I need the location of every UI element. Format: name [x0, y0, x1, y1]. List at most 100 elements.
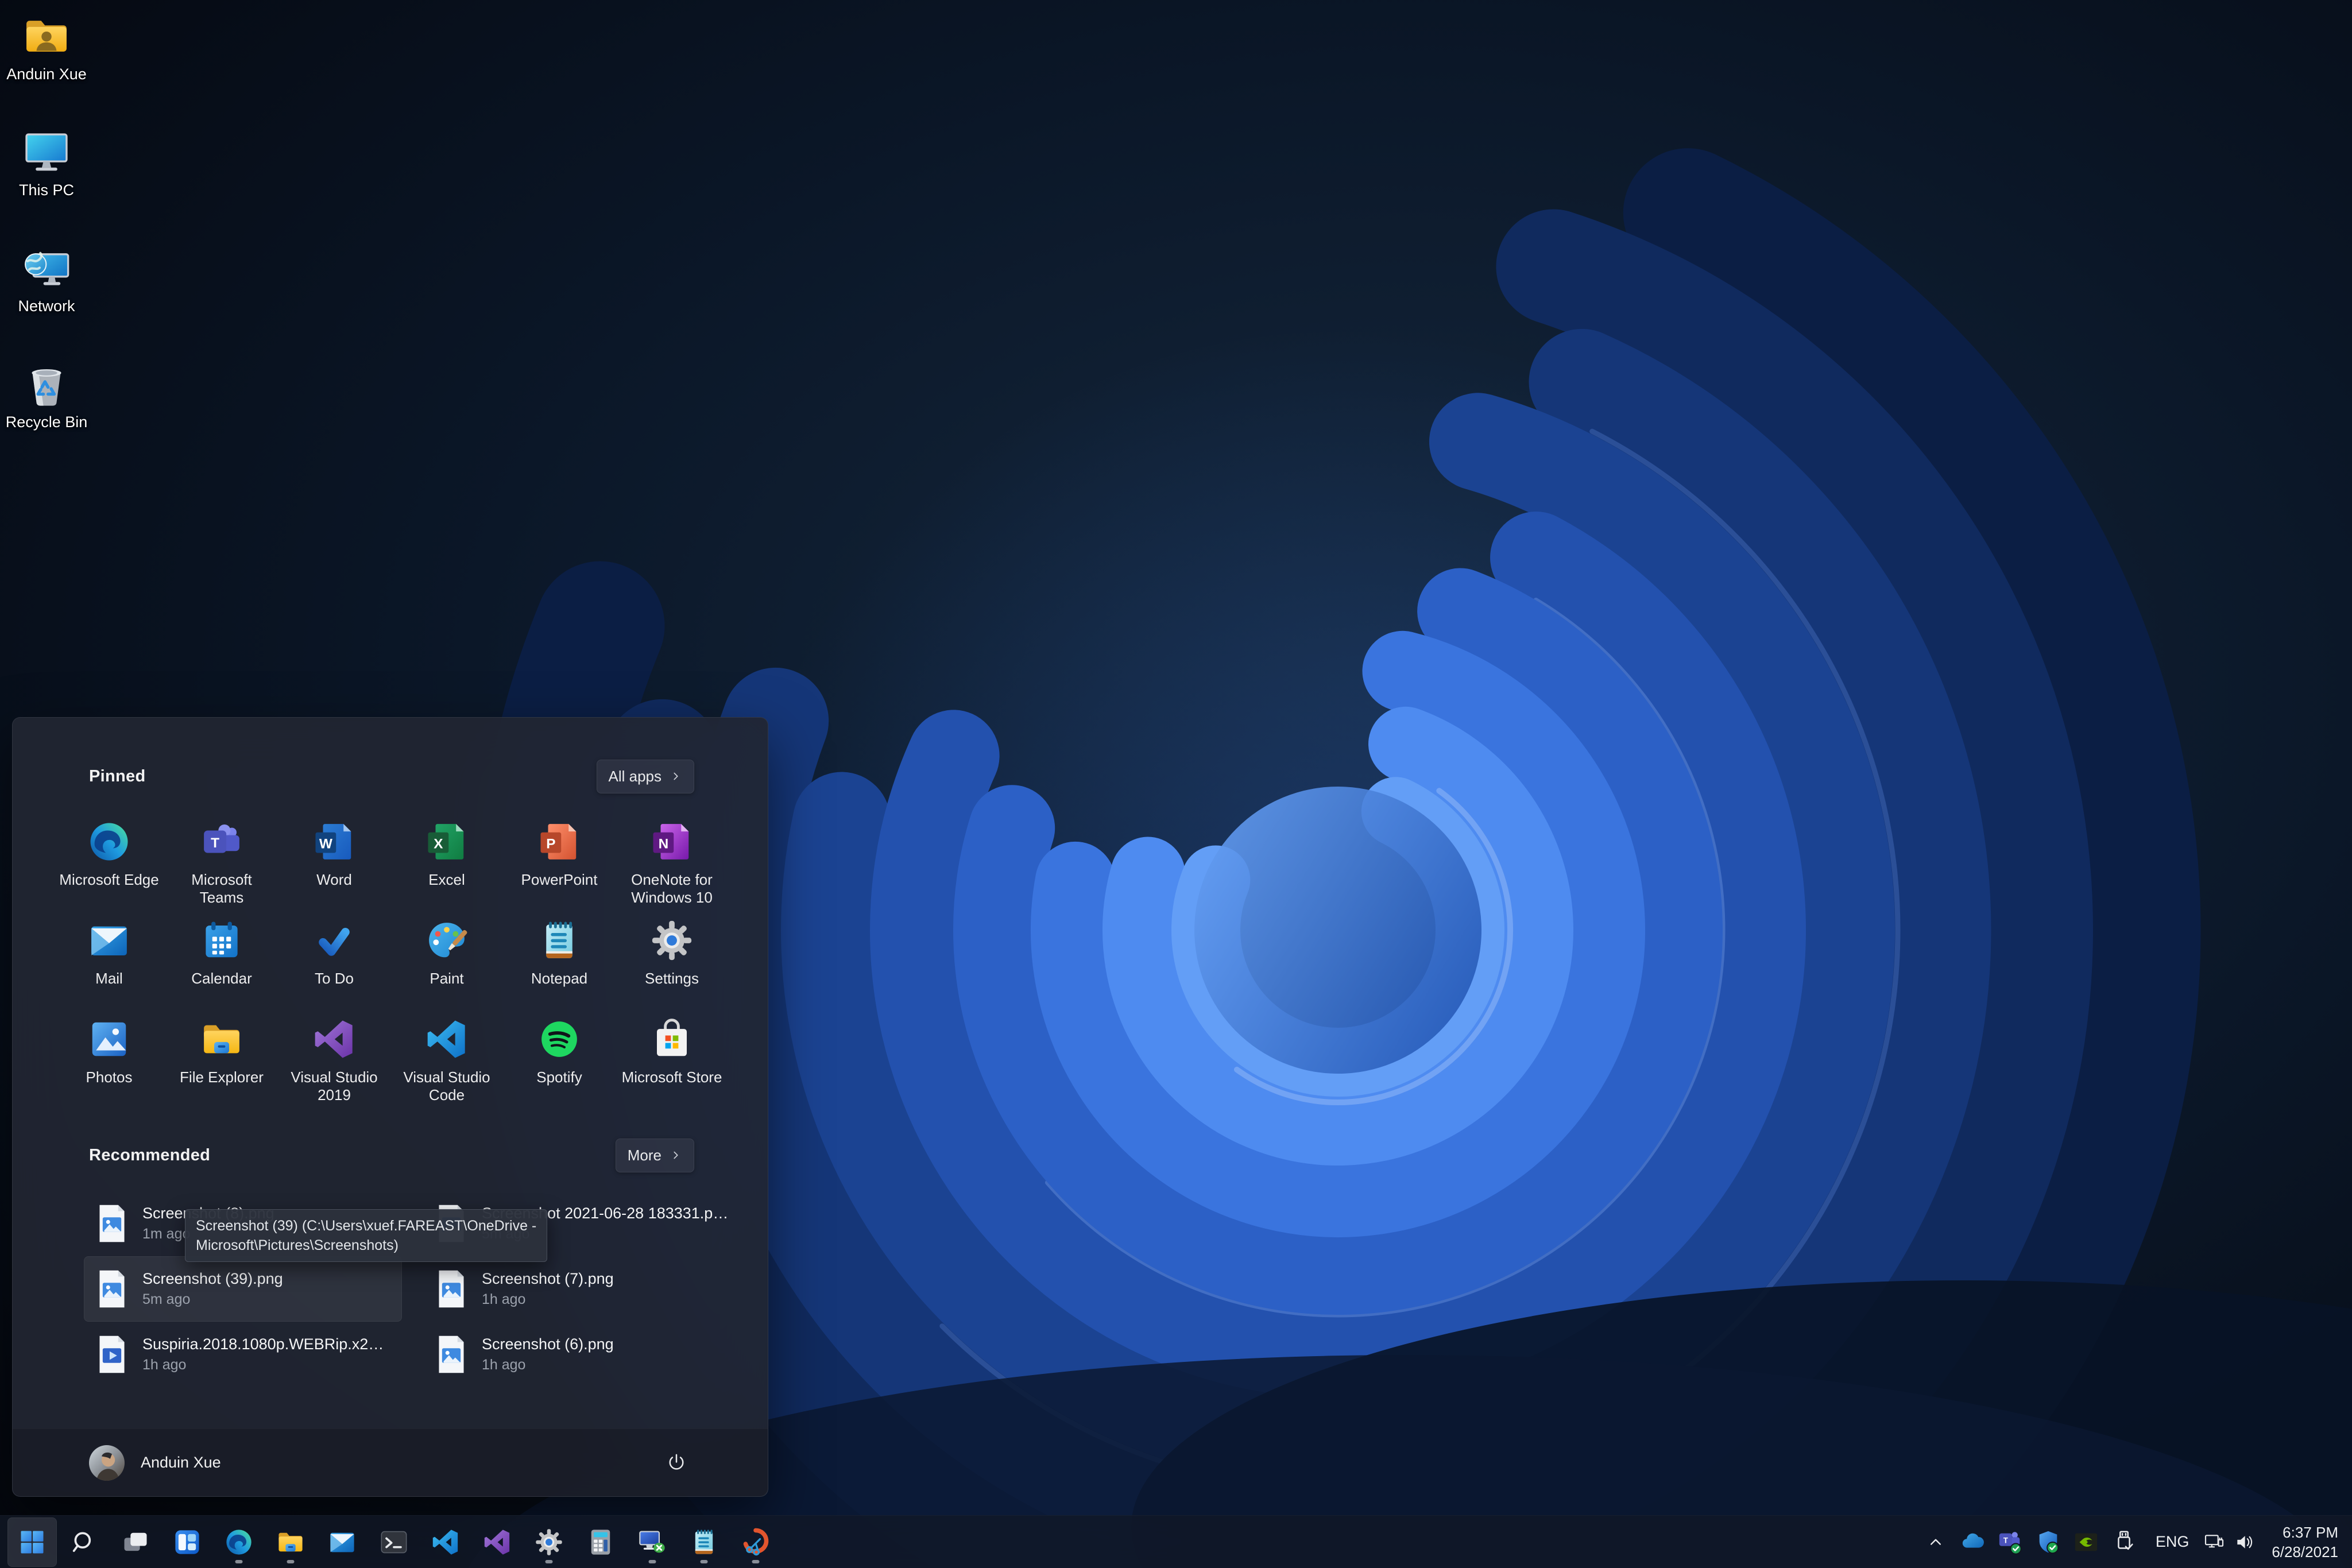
recommended-item[interactable]: Screenshot (7).png 1h ago [423, 1256, 741, 1322]
settings-app-tile[interactable]: Settings [616, 913, 728, 1012]
more-button[interactable]: More [616, 1139, 694, 1172]
to-do-app-tile[interactable]: To Do [278, 913, 390, 1012]
start-menu-footer: Anduin Xue [13, 1428, 768, 1496]
svg-text:N: N [659, 836, 669, 851]
svg-text:P: P [546, 836, 555, 851]
task-view-icon [121, 1527, 150, 1557]
microsoft-teams-app-tile[interactable]: T Microsoft Teams [165, 814, 278, 913]
task-view-taskbar-button[interactable] [111, 1517, 160, 1567]
more-label: More [628, 1147, 662, 1164]
visual-studio-taskbar-button[interactable] [473, 1517, 522, 1567]
recycle-bin-desktop-icon[interactable]: Recycle Bin [3, 359, 90, 431]
word-app-tile[interactable]: W Word [278, 814, 390, 913]
spotify-app-tile[interactable]: Spotify [503, 1012, 616, 1110]
edge-icon [87, 819, 131, 864]
running-indicator [287, 1560, 295, 1563]
vscode-taskbar-button[interactable] [421, 1517, 470, 1567]
file-path-tooltip: Screenshot (39) (C:\Users\xuef.FAREAST\O… [185, 1209, 547, 1262]
user-profile-button[interactable]: Anduin Xue [89, 1445, 221, 1481]
usb-device-tray-button[interactable] [2111, 1529, 2137, 1555]
powerpoint-app-tile[interactable]: P PowerPoint [503, 814, 616, 913]
image-file-icon [436, 1269, 467, 1309]
remote-desktop-taskbar-button[interactable] [628, 1517, 677, 1567]
calculator-taskbar-button[interactable] [576, 1517, 625, 1567]
power-button[interactable] [657, 1444, 695, 1482]
file-explorer-app-tile[interactable]: File Explorer [165, 1012, 278, 1110]
word-icon: W [312, 819, 357, 864]
edge-taskbar-button[interactable] [214, 1517, 264, 1567]
svg-text:T: T [211, 835, 219, 851]
svg-text:X: X [434, 836, 443, 851]
search-taskbar-button[interactable] [59, 1517, 109, 1567]
snip-icon [741, 1527, 771, 1557]
this-pc-desktop-icon[interactable]: This PC [3, 127, 90, 199]
notepad-app-tile[interactable]: Notepad [503, 913, 616, 1012]
recommended-item-time: 5m ago [142, 1291, 283, 1308]
terminal-icon [379, 1527, 409, 1557]
all-apps-label: All apps [609, 768, 662, 785]
microsoft-store-app-tile[interactable]: Microsoft Store [616, 1012, 728, 1110]
teams-badge-icon: T [1997, 1529, 2024, 1555]
notepad-taskbar-button[interactable] [679, 1517, 729, 1567]
volume-button[interactable] [2229, 1526, 2259, 1558]
network-button[interactable] [2199, 1526, 2229, 1558]
svg-text:T: T [2003, 1536, 2009, 1544]
teams-status-tray-button[interactable]: T [1997, 1529, 2024, 1555]
file-explorer-taskbar-button[interactable] [266, 1517, 315, 1567]
photos-app-tile[interactable]: Photos [53, 1012, 165, 1110]
clock[interactable]: 6:37 PM 6/28/2021 [2268, 1523, 2342, 1562]
search-icon [69, 1527, 99, 1557]
recommended-item[interactable]: Screenshot (6).png 1h ago [423, 1322, 741, 1387]
system-tray: T ENG 6:37 PM 6/28/2021 [1920, 1516, 2342, 1568]
tray-overflow-button[interactable] [1920, 1524, 1951, 1561]
widgets-taskbar-button[interactable] [163, 1517, 212, 1567]
microsoft-edge-app-tile[interactable]: Microsoft Edge [53, 814, 165, 913]
windows-security-tray-button[interactable] [2035, 1529, 2061, 1555]
tooltip-line-2: Microsoft\Pictures\Screenshots) [196, 1237, 399, 1253]
visual-studio-2019-app-tile[interactable]: Visual Studio 2019 [278, 1012, 390, 1110]
calendar-app-tile[interactable]: Calendar [165, 913, 278, 1012]
mail-app-tile[interactable]: Mail [53, 913, 165, 1012]
widgets-icon [172, 1527, 202, 1557]
image-file-icon [96, 1203, 127, 1244]
start-menu: Pinned All apps Microsoft Edge T Microso… [12, 717, 768, 1497]
recommended-item[interactable]: Suspiria.2018.1080p.WEBRip.x264-[... 1h … [84, 1322, 402, 1387]
user-avatar [89, 1445, 125, 1481]
notepad-icon [537, 918, 582, 963]
nvidia-icon [2073, 1529, 2099, 1555]
terminal-taskbar-button[interactable] [369, 1517, 419, 1567]
onenote-for-windows-10-app-tile[interactable]: N OneNote for Windows 10 [616, 814, 728, 913]
running-indicator [701, 1560, 708, 1563]
onedrive-tray-button[interactable] [1959, 1529, 1986, 1555]
user-folder-anduin-xue-desktop-icon[interactable]: Anduin Xue [3, 11, 90, 83]
running-indicator [235, 1560, 243, 1563]
chevron-right-icon [670, 1149, 682, 1162]
settings-taskbar-button[interactable] [524, 1517, 574, 1567]
mail-icon [87, 918, 131, 963]
recommended-item[interactable]: Screenshot (39).png 5m ago [84, 1256, 402, 1322]
mail-taskbar-button[interactable] [318, 1517, 367, 1567]
nvidia-settings-tray-button[interactable] [2073, 1529, 2099, 1555]
settings-icon [534, 1527, 564, 1557]
excel-app-tile[interactable]: X Excel [390, 814, 503, 913]
recommended-item-title: Screenshot (6).png [482, 1335, 614, 1353]
all-apps-button[interactable]: All apps [597, 760, 695, 793]
start-taskbar-button[interactable] [7, 1517, 57, 1567]
mail-icon [327, 1527, 357, 1557]
desktop-icons: Anduin Xue This PC Network Recycle Bin [3, 11, 90, 431]
image-file-icon [436, 1334, 467, 1375]
snip-taskbar-button[interactable] [731, 1517, 780, 1567]
visual-studio-code-app-tile[interactable]: Visual Studio Code [390, 1012, 503, 1110]
settings-icon [649, 918, 694, 963]
usb-icon [2111, 1529, 2137, 1555]
network-desktop-icon[interactable]: Network [3, 243, 90, 315]
network-icon [22, 243, 71, 293]
calendar-icon [199, 918, 244, 963]
onenote-icon: N [649, 819, 694, 864]
language-indicator[interactable]: ENG [2145, 1524, 2200, 1561]
paint-app-tile[interactable]: Paint [390, 913, 503, 1012]
taskbar: T ENG 6:37 PM 6/28/2021 [0, 1515, 2352, 1568]
recommended-item-title: Suspiria.2018.1080p.WEBRip.x264-[... [142, 1335, 389, 1353]
vscode-icon [424, 1017, 469, 1062]
pinned-header: Pinned [89, 767, 145, 786]
